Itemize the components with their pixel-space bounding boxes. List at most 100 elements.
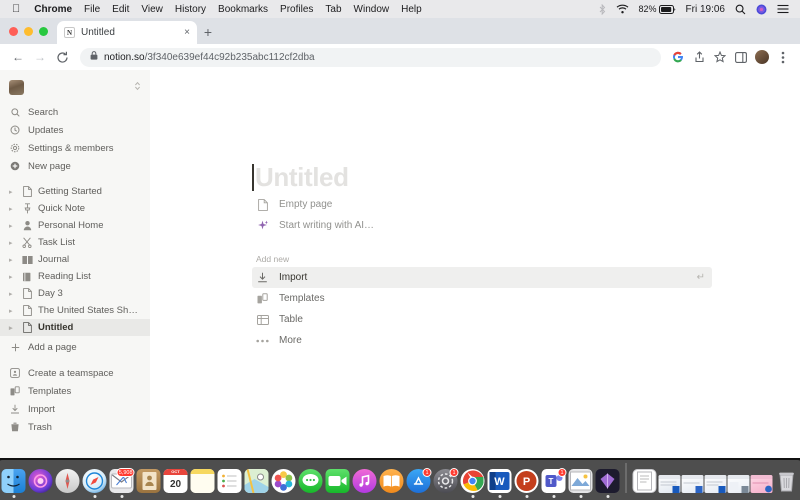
sidebar-page-task-list[interactable]: ▸ Task List xyxy=(0,234,150,251)
sidebar-page-getting-started[interactable]: ▸ Getting Started xyxy=(0,183,150,200)
chevron-right-icon[interactable]: ▸ xyxy=(9,256,16,264)
menu-item-chrome[interactable]: Chrome xyxy=(28,4,78,15)
control-center-icon[interactable] xyxy=(772,4,794,14)
close-window-button[interactable] xyxy=(9,27,18,36)
minimized-window-3[interactable] xyxy=(704,475,727,493)
dock-item-word[interactable]: W xyxy=(487,469,513,498)
dock-item-preview[interactable] xyxy=(568,469,594,498)
minimized-window-5[interactable] xyxy=(750,475,773,493)
chevron-right-icon[interactable]: ▸ xyxy=(9,290,16,298)
dock-item-photos[interactable] xyxy=(271,469,297,498)
sidebar-item-updates[interactable]: Updates xyxy=(0,121,150,139)
maximize-window-button[interactable] xyxy=(39,27,48,36)
close-tab-icon[interactable]: × xyxy=(184,27,190,38)
dock-item-powerpoint[interactable]: P xyxy=(514,469,540,498)
dock-item-maps[interactable] xyxy=(244,469,270,498)
sidebar-item-create-teamspace[interactable]: Create a teamspace xyxy=(0,364,150,382)
menu-item-table[interactable]: Table xyxy=(252,309,712,330)
dock-item-trash[interactable] xyxy=(774,469,800,498)
sidebar-item-import[interactable]: Import xyxy=(0,400,150,418)
workspace-switcher[interactable] xyxy=(0,74,150,100)
sidebar-page-quick-note[interactable]: ▸ Quick Note xyxy=(0,200,150,217)
spotlight-search-icon[interactable] xyxy=(730,4,751,15)
dock-item-contacts[interactable] xyxy=(136,469,162,498)
dock-item-messages[interactable] xyxy=(298,469,324,498)
siri-icon[interactable] xyxy=(751,4,772,15)
page-title-input[interactable]: Untitled xyxy=(252,160,712,194)
menu-item-history[interactable]: History xyxy=(169,4,212,15)
kebab-menu-icon[interactable] xyxy=(774,48,792,66)
dock-item-sketch[interactable] xyxy=(595,469,621,498)
menu-item-import[interactable]: Import ↵ xyxy=(252,267,712,288)
dock-item-facetime[interactable] xyxy=(325,469,351,498)
menu-item-window[interactable]: Window xyxy=(348,4,396,15)
menu-item-profiles[interactable]: Profiles xyxy=(274,4,319,15)
menu-item-edit[interactable]: Edit xyxy=(106,4,135,15)
hint-start-writing-with-ai[interactable]: Start writing with AI… xyxy=(252,215,712,236)
dock-item-mail[interactable]: 5,908 xyxy=(109,468,135,498)
dock-item-finder[interactable] xyxy=(1,469,27,498)
chevron-right-icon[interactable]: ▸ xyxy=(9,273,16,281)
sidebar-page-untitled[interactable]: ▸ Untitled xyxy=(0,319,150,336)
sidebar-add-a-page[interactable]: Add a page xyxy=(0,338,150,356)
dock-item-chrome[interactable] xyxy=(460,469,486,498)
chevron-right-icon[interactable]: ▸ xyxy=(9,222,16,230)
menu-item-templates[interactable]: Templates xyxy=(252,288,712,309)
google-icon[interactable] xyxy=(669,48,687,66)
sidebar-page-day-3[interactable]: ▸ Day 3 xyxy=(0,285,150,302)
chevron-updown-icon[interactable] xyxy=(134,81,141,93)
dock-item-notes[interactable] xyxy=(190,469,216,498)
side-panel-icon[interactable] xyxy=(732,48,750,66)
dock-item-siri[interactable] xyxy=(28,469,54,498)
battery-icon[interactable] xyxy=(658,4,681,14)
dock-item-teams[interactable]: 1 T xyxy=(541,468,567,498)
dock-item-system-preferences[interactable]: 1 xyxy=(433,468,459,498)
browser-tab-untitled[interactable]: N Untitled × xyxy=(57,21,197,44)
chevron-right-icon[interactable]: ▸ xyxy=(9,324,16,332)
dock-item-safari[interactable] xyxy=(82,469,108,498)
forward-arrow-icon[interactable]: → xyxy=(30,47,50,67)
dock-item-documents-stack[interactable] xyxy=(632,469,658,498)
minimized-window-4[interactable] xyxy=(727,475,750,493)
menu-item-file[interactable]: File xyxy=(78,4,106,15)
sidebar-page-journal[interactable]: ▸ Journal xyxy=(0,251,150,268)
menubar-clock[interactable]: Fri 19:06 xyxy=(681,4,730,15)
new-tab-button[interactable]: + xyxy=(197,21,219,43)
dock-item-ibooks[interactable] xyxy=(379,469,405,498)
menu-item-tab[interactable]: Tab xyxy=(319,4,347,15)
dock-item-reminders[interactable] xyxy=(217,469,243,498)
menu-item-bookmarks[interactable]: Bookmarks xyxy=(212,4,274,15)
menu-item-view[interactable]: View xyxy=(135,4,169,15)
sidebar-item-templates[interactable]: Templates xyxy=(0,382,150,400)
sidebar-page-personal-home[interactable]: ▸ Personal Home xyxy=(0,217,150,234)
share-icon[interactable] xyxy=(690,48,708,66)
sidebar-item-trash[interactable]: Trash xyxy=(0,418,150,436)
back-arrow-icon[interactable]: ← xyxy=(8,47,28,67)
chevron-right-icon[interactable]: ▸ xyxy=(9,188,16,196)
reload-icon[interactable] xyxy=(52,47,72,67)
sidebar-item-search[interactable]: Search xyxy=(0,103,150,121)
chevron-right-icon[interactable]: ▸ xyxy=(9,205,16,213)
sidebar-item-new-page[interactable]: New page xyxy=(0,157,150,175)
minimized-window-2[interactable] xyxy=(681,475,704,493)
dock-item-launchpad[interactable] xyxy=(55,469,81,498)
sidebar-page-united-states[interactable]: ▸ The United States Shoul… xyxy=(0,302,150,319)
bookmark-star-icon[interactable] xyxy=(711,48,729,66)
dock-item-calendar[interactable]: OCT 20 xyxy=(163,469,189,498)
address-bar[interactable]: notion.so/3f340e639ef44c92b235abc112cf2d… xyxy=(80,47,661,67)
minimize-window-button[interactable] xyxy=(24,27,33,36)
sidebar-page-reading-list[interactable]: ▸ Reading List xyxy=(0,268,150,285)
chevron-right-icon[interactable]: ▸ xyxy=(9,239,16,247)
sidebar-item-settings[interactable]: Settings & members xyxy=(0,139,150,157)
wifi-icon[interactable] xyxy=(611,4,634,14)
dock-item-app-store[interactable]: 1 xyxy=(406,468,432,498)
profile-avatar-icon[interactable] xyxy=(753,48,771,66)
minimized-window-1[interactable] xyxy=(658,475,681,493)
chevron-right-icon[interactable]: ▸ xyxy=(9,307,16,315)
menu-item-more[interactable]: More xyxy=(252,330,712,351)
hint-empty-page[interactable]: Empty page xyxy=(252,194,712,215)
dock-item-itunes[interactable] xyxy=(352,469,378,498)
apple-menu-icon[interactable]:  xyxy=(6,3,28,15)
menu-item-help[interactable]: Help xyxy=(395,4,428,15)
bluetooth-icon[interactable] xyxy=(594,3,611,15)
